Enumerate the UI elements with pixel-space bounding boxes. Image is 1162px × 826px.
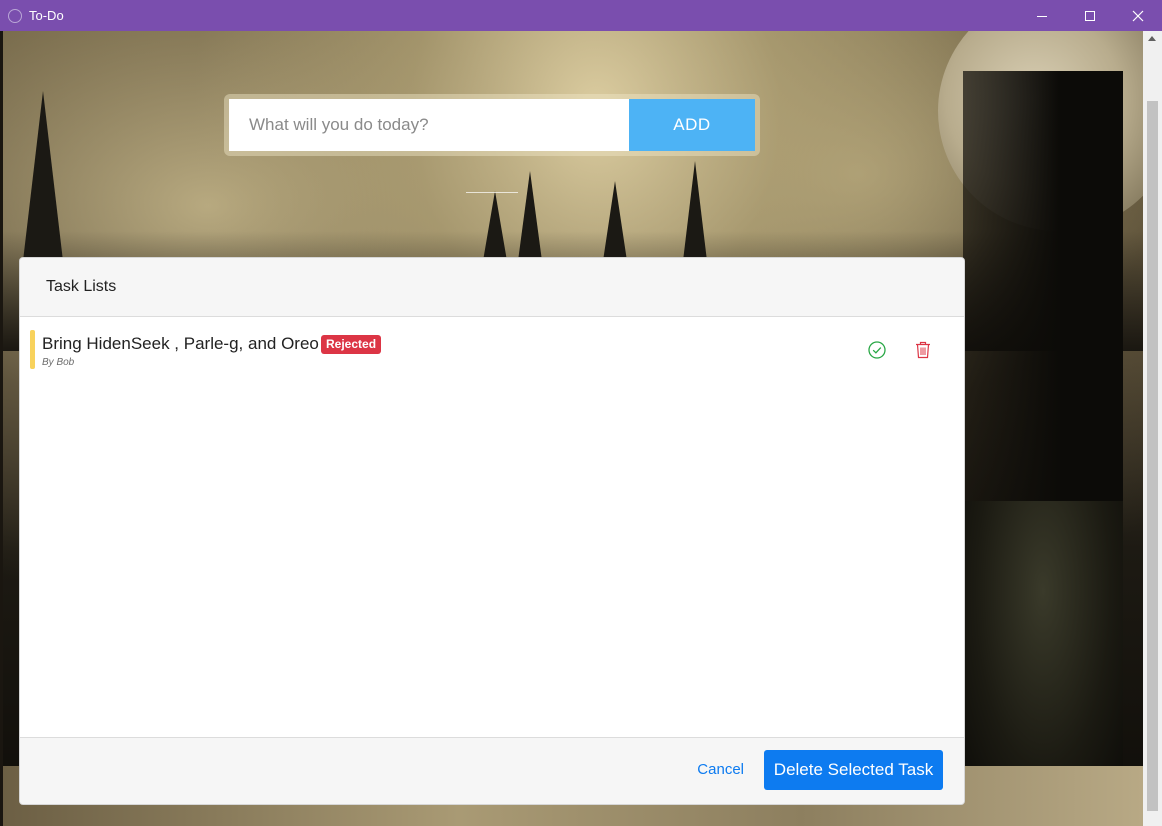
task-list-modal: Task Lists Bring HidenSeek , Parle-g, an… [19, 257, 965, 805]
modal-footer: Cancel Delete Selected Task [20, 737, 964, 804]
task-item[interactable]: Bring HidenSeek , Parle-g, and Oreo Reje… [30, 330, 950, 370]
maximize-button[interactable] [1066, 0, 1114, 31]
todo-app-icon [8, 8, 22, 23]
window-controls [1018, 0, 1162, 31]
modal-body: Bring HidenSeek , Parle-g, and Oreo Reje… [20, 317, 964, 739]
cancel-button[interactable]: Cancel [697, 761, 744, 778]
scroll-thumb[interactable] [1147, 101, 1158, 811]
modal-title: Task Lists [46, 278, 117, 295]
check-circle-icon [868, 341, 886, 359]
add-task-form: ADD [224, 94, 760, 156]
tree-graphic [23, 91, 63, 261]
window-title: To-Do [29, 8, 64, 23]
tree-graphic [483, 191, 507, 261]
complete-task-button[interactable] [867, 340, 887, 360]
modal-header: Task Lists [20, 258, 964, 317]
minimize-icon [1037, 15, 1047, 17]
maximize-icon [1085, 10, 1095, 21]
window-titlebar: To-Do [0, 0, 1162, 31]
tree-graphic [683, 161, 707, 261]
add-button[interactable]: ADD [629, 99, 755, 151]
task-input[interactable] [229, 99, 629, 151]
trash-icon [916, 341, 930, 359]
ground-graphic [963, 501, 1123, 801]
task-author: By Bob [42, 357, 75, 368]
task-accent-bar [30, 330, 35, 369]
tree-graphic [518, 171, 542, 261]
delete-selected-task-button[interactable]: Delete Selected Task [764, 750, 943, 790]
minimize-button[interactable] [1018, 0, 1066, 31]
window-scrollbar[interactable] [1143, 31, 1162, 826]
scroll-up-icon[interactable] [1148, 36, 1156, 41]
task-text: Bring HidenSeek , Parle-g, and Oreo [42, 334, 319, 353]
status-badge: Rejected [321, 335, 382, 354]
tree-graphic [603, 181, 627, 261]
close-icon [1132, 10, 1144, 21]
delete-task-button[interactable] [914, 340, 932, 360]
divider [466, 192, 518, 193]
close-button[interactable] [1114, 0, 1162, 31]
